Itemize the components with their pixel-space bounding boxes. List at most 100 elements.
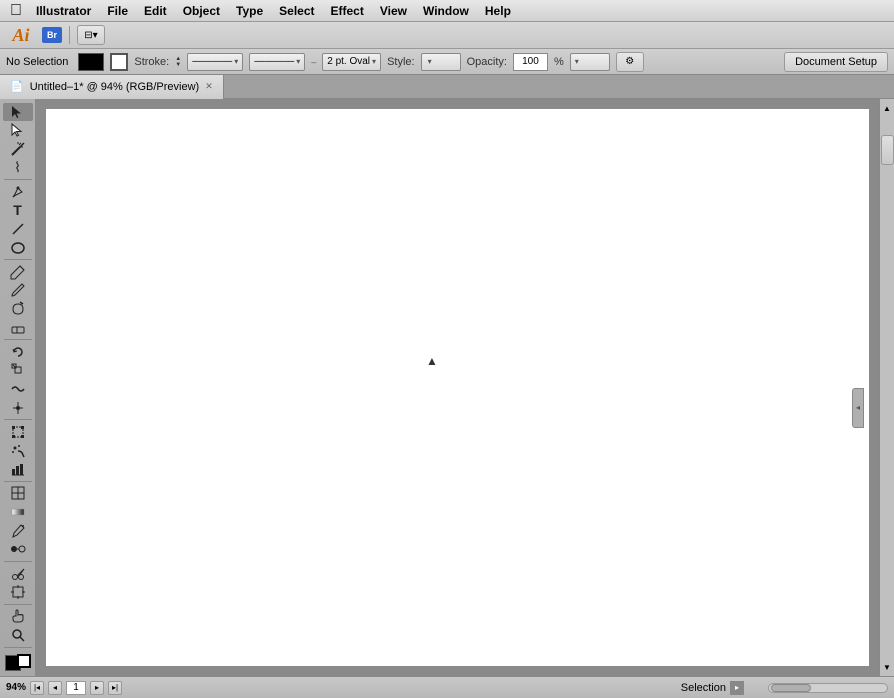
scroll-thumb[interactable]: [881, 135, 894, 165]
stroke-dashes-dropdown[interactable]: ———— ▾: [249, 53, 305, 71]
graph-icon: [10, 461, 26, 477]
free-transform-button[interactable]: [3, 423, 33, 441]
chevron-down-icon-5: ▾: [575, 57, 579, 66]
warp-icon: [10, 381, 26, 397]
menu-bar:  Illustrator File Edit Object Type Sele…: [0, 0, 894, 22]
lasso-tool-button[interactable]: ⌇: [3, 159, 33, 177]
style-dropdown[interactable]: ▾: [421, 53, 461, 71]
nav-last-button[interactable]: ▸|: [108, 681, 122, 695]
canvas-content[interactable]: ▲: [46, 109, 869, 666]
pencil-tool-button[interactable]: [3, 263, 33, 281]
opacity-unit: %: [554, 56, 564, 68]
chevron-down-icon-3: ▾: [372, 57, 376, 66]
bottom-scroll-track[interactable]: [768, 683, 888, 693]
tab-title: Untitled–1* @ 94% (RGB/Preview): [30, 81, 200, 93]
nav-first-button[interactable]: |◂: [30, 681, 44, 695]
direct-selection-tool-button[interactable]: [3, 122, 33, 140]
artboard-icon: [10, 584, 26, 600]
apple-menu-item[interactable]: : [4, 0, 28, 22]
menu-item-type[interactable]: Type: [228, 0, 271, 22]
stroke-dashes-value: ————: [254, 56, 294, 67]
artboard-button[interactable]: [3, 583, 33, 601]
type-tool-button[interactable]: T: [3, 202, 33, 220]
menu-item-window[interactable]: Window: [415, 0, 477, 22]
page-number[interactable]: 1: [66, 681, 86, 695]
scissors-button[interactable]: [3, 565, 33, 583]
chevron-down-icon-4: ▾: [428, 57, 432, 66]
opacity-field[interactable]: 100: [513, 53, 548, 71]
tool-options-arrow[interactable]: ▸: [730, 681, 744, 695]
tab-bar: 📄 Untitled–1* @ 94% (RGB/Preview) ✕: [0, 75, 894, 99]
opacity-label: Opacity:: [467, 56, 507, 68]
symbol-sprayer-icon: [10, 443, 26, 459]
right-scrollbar[interactable]: ▲ ▼: [879, 99, 894, 676]
workspace-switcher[interactable]: ⊟▾: [77, 25, 105, 45]
hand-tool-button[interactable]: [3, 608, 33, 626]
rotate-tool-button[interactable]: [3, 343, 33, 361]
scroll-up-button[interactable]: ▲: [881, 101, 894, 115]
tool-separator-7: [4, 604, 32, 605]
stroke-swatch-small[interactable]: [17, 654, 31, 668]
menu-item-help[interactable]: Help: [477, 0, 519, 22]
zoom-level: 94%: [6, 682, 26, 693]
scroll-down-button[interactable]: ▼: [881, 660, 894, 674]
menu-item-view[interactable]: View: [372, 0, 415, 22]
chevron-down-icon-2: ▾: [296, 57, 300, 66]
options-icon-button[interactable]: ⚙: [616, 52, 644, 72]
tab-close-button[interactable]: ✕: [205, 81, 213, 92]
nav-prev-button[interactable]: ◂: [48, 681, 62, 695]
mesh-tool-button[interactable]: [3, 485, 33, 503]
ellipse-tool-button[interactable]: [3, 239, 33, 257]
bottom-scroll-thumb[interactable]: [771, 684, 811, 692]
free-transform-icon: [10, 424, 26, 440]
stroke-width-dropdown[interactable]: ———— ▾: [187, 53, 243, 71]
eraser-tool-button[interactable]: [3, 319, 33, 337]
blob-brush-button[interactable]: [3, 300, 33, 318]
bridge-badge[interactable]: Br: [42, 27, 62, 43]
pen-tool-button[interactable]: [3, 183, 33, 201]
menu-item-edit[interactable]: Edit: [136, 0, 175, 22]
menu-item-object[interactable]: Object: [175, 0, 228, 22]
gradient-tool-button[interactable]: [3, 503, 33, 521]
scale-tool-button[interactable]: [3, 362, 33, 380]
stroke-label: Stroke:: [134, 56, 169, 68]
main-area: ⌇ T: [0, 99, 894, 676]
line-tool-button[interactable]: [3, 220, 33, 238]
scroll-up-icon: ▲: [883, 104, 891, 113]
fill-stroke-area[interactable]: [3, 653, 33, 671]
menu-item-illustrator[interactable]: Illustrator: [28, 0, 99, 22]
warp-tool-button[interactable]: [3, 380, 33, 398]
blend-tool-button[interactable]: [3, 540, 33, 558]
fill-color-swatch[interactable]: [78, 53, 104, 71]
blend-icon: [10, 541, 26, 557]
zoom-tool-button[interactable]: [3, 626, 33, 644]
nav-first-icon: |◂: [34, 683, 40, 692]
type-icon: T: [13, 202, 22, 218]
selection-tool-button[interactable]: [3, 103, 33, 121]
line-tool-icon: [10, 221, 26, 237]
menu-item-select[interactable]: Select: [271, 0, 322, 22]
tool-separator-5: [4, 481, 32, 482]
tool-separator-6: [4, 561, 32, 562]
graph-tool-button[interactable]: [3, 460, 33, 478]
right-panel-collapse-tab[interactable]: ◂: [852, 388, 864, 428]
magic-wand-button[interactable]: [3, 140, 33, 158]
nav-next-button[interactable]: ▸: [90, 681, 104, 695]
canvas-area[interactable]: ▲ ◂: [36, 99, 879, 676]
gradient-icon: [10, 504, 26, 520]
menu-item-effect[interactable]: Effect: [323, 0, 372, 22]
document-tab[interactable]: 📄 Untitled–1* @ 94% (RGB/Preview) ✕: [0, 75, 224, 99]
brush-size-dropdown[interactable]: 2 pt. Oval ▾: [322, 53, 381, 71]
symbol-sprayer-button[interactable]: [3, 442, 33, 460]
opacity-dropdown[interactable]: ▾: [570, 53, 610, 71]
opacity-value: 100: [522, 56, 539, 67]
paintbrush-tool-button[interactable]: [3, 282, 33, 300]
width-tool-button[interactable]: [3, 399, 33, 417]
eyedropper-button[interactable]: [3, 522, 33, 540]
document-setup-button[interactable]: Document Setup: [784, 52, 888, 72]
stroke-width-stepper[interactable]: ▲▼: [175, 56, 181, 68]
menu-item-file[interactable]: File: [99, 0, 136, 22]
scroll-down-icon: ▼: [883, 663, 891, 672]
stroke-color-icon[interactable]: [110, 53, 128, 71]
rotate-icon: [10, 344, 26, 360]
